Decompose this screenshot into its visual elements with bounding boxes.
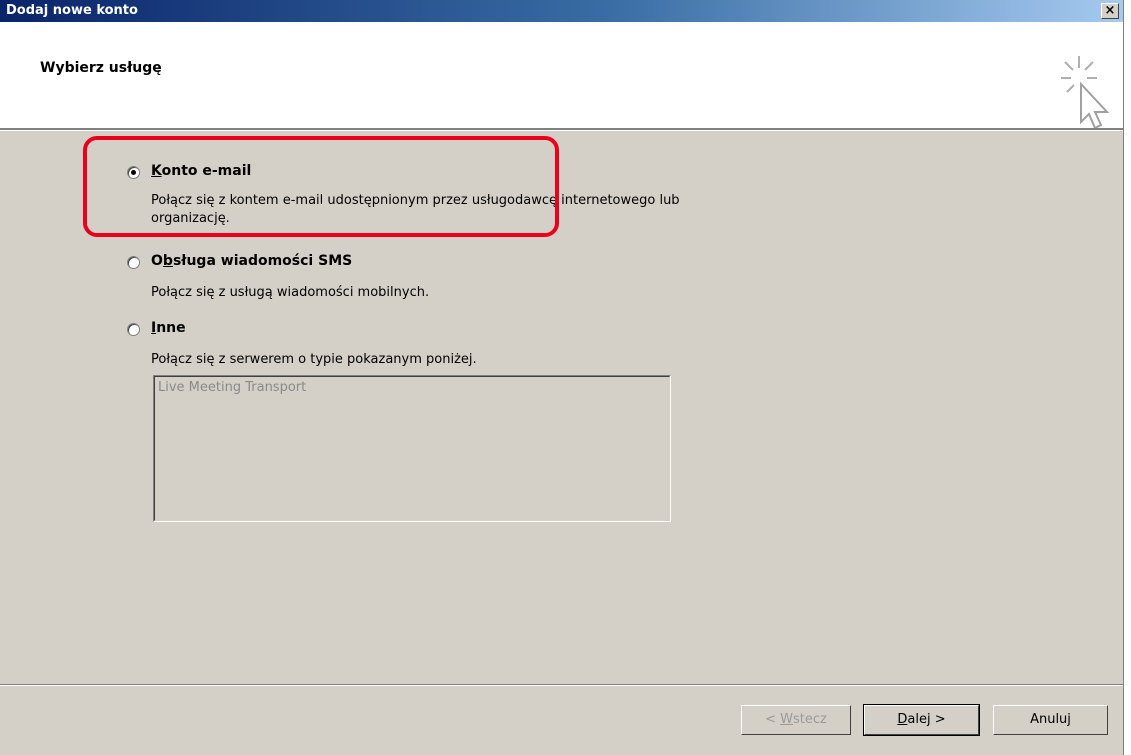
next-button[interactable]: Dalej > (863, 704, 980, 736)
wizard-header: Wybierz usługę (0, 22, 1123, 130)
back-button[interactable]: < Wstecz (741, 705, 851, 735)
header-divider (0, 128, 1123, 131)
footer-divider (0, 684, 1123, 686)
close-button[interactable]: × (1101, 3, 1119, 19)
highlight-annotation (83, 136, 559, 237)
cancel-button[interactable]: Anuluj (993, 705, 1108, 735)
server-type-list-inner: Live Meeting Transport (154, 376, 670, 521)
radio-other[interactable] (127, 323, 140, 336)
title-bar[interactable]: Dodaj nowe konto × (0, 0, 1123, 22)
list-item[interactable]: Live Meeting Transport (158, 380, 306, 395)
option-sms-description: Połącz się z usługą wiadomości mobilnych… (151, 285, 430, 300)
option-sms-label[interactable]: Obsługa wiadomości SMS (151, 253, 352, 269)
server-type-list[interactable]: Live Meeting Transport (153, 375, 671, 522)
close-icon: × (1104, 3, 1116, 18)
add-account-dialog: Dodaj nowe konto × Wybierz usługę Konto … (0, 0, 1124, 755)
option-other-label[interactable]: Inne (151, 320, 186, 336)
option-other-description: Połącz się z serwerem o typie pokazanym … (151, 352, 477, 367)
window-title: Dodaj nowe konto (6, 3, 138, 18)
radio-sms[interactable] (127, 256, 140, 269)
cursor-sparkle-icon (1061, 56, 1110, 130)
page-title: Wybierz usługę (40, 60, 162, 76)
